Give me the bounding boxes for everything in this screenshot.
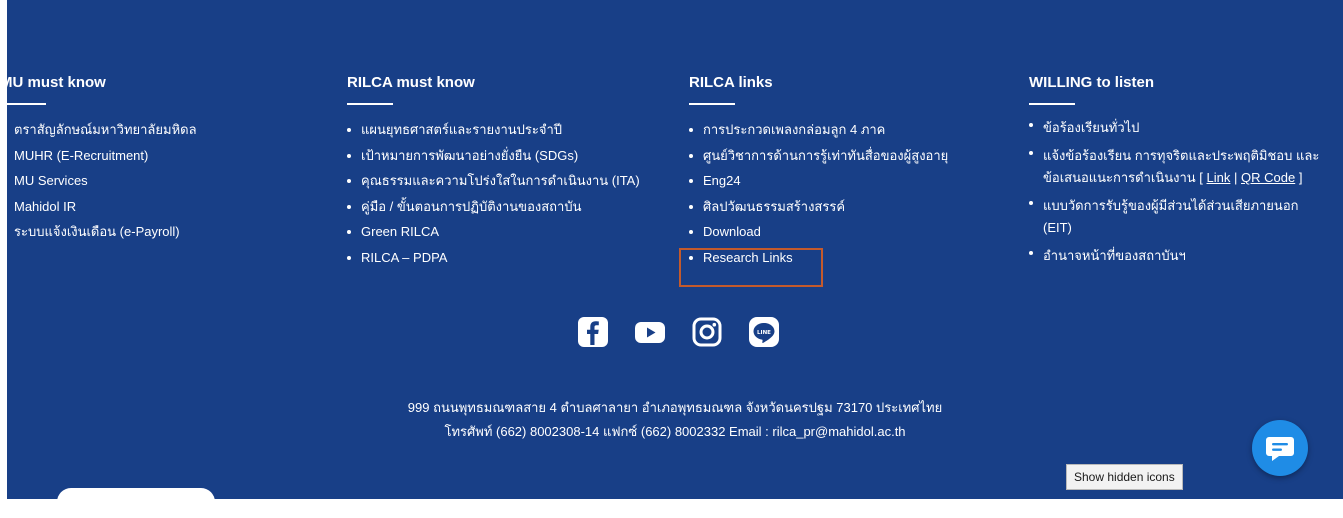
bullet-icon: [689, 204, 693, 209]
footer-link[interactable]: แบบวัดการรับรู้ของผู้มีส่วนได้ส่วนเสียภา…: [1029, 195, 1329, 239]
footer-link[interactable]: คู่มือ / ขั้นตอนการปฏิบัติงานของสถาบัน: [347, 194, 640, 220]
footer-link[interactable]: Mahidol IR: [0, 194, 197, 220]
footer-link[interactable]: Green RILCA: [347, 219, 640, 245]
bullet-icon: [1029, 251, 1033, 255]
show-hidden-icons-tooltip: Show hidden icons: [1066, 464, 1183, 490]
footer-link[interactable]: MUHR (E-Recruitment): [0, 143, 197, 169]
footer-address: 999 ถนนพุทธมณฑลสาย 4 ตำบลศาลายา อำเภอพุท…: [7, 396, 1343, 444]
line-icon[interactable]: LINE: [748, 316, 780, 348]
footer-link[interactable]: ระบบแจ้งเงินเดือน (e-Payroll): [0, 219, 197, 245]
chat-bubble-icon: [1266, 437, 1294, 461]
footer-link[interactable]: ตราสัญลักษณ์มหาวิทยาลัยมหิดล: [0, 117, 197, 143]
footer-link[interactable]: ศูนย์วิชาการด้านการรู้เท่าทันสื่อของผู้ส…: [689, 143, 948, 169]
contact-line: โทรศัพท์ (662) 8002308-14 แฟกซ์ (662) 80…: [444, 424, 906, 439]
column-title: MU must know: [0, 74, 106, 91]
bullet-icon: [689, 230, 693, 234]
bullet-icon: [347, 153, 351, 158]
column-rilca-must-know: RILCA must know แผนยุทธศาสตร์และรายงานปร…: [347, 74, 640, 270]
title-underline: [0, 103, 46, 105]
footer-link[interactable]: Download: [689, 219, 948, 245]
bullet-icon: [689, 128, 693, 132]
footer-link[interactable]: แผนยุทธศาสตร์และรายงานประจำปี: [347, 117, 640, 143]
title-underline: [689, 103, 735, 105]
bullet-icon: [347, 255, 351, 260]
complaint-item: แจ้งข้อร้องเรียน การทุจริตและประพฤติมิชอ…: [1029, 145, 1329, 189]
footer-link[interactable]: เป้าหมายการพัฒนาอย่างยั่งยืน (SDGs): [347, 143, 640, 169]
youtube-icon[interactable]: [634, 316, 666, 348]
column-willing-to-listen: WILLING to listen ข้อร้องเรียนทั่วไป แจ้…: [1029, 74, 1329, 273]
footer-link[interactable]: MU Services: [0, 168, 197, 194]
bullet-icon: [0, 230, 4, 234]
footer-link[interactable]: ข้อร้องเรียนทั่วไป: [1029, 117, 1329, 139]
instagram-icon[interactable]: [691, 316, 723, 348]
complaint-link[interactable]: Link: [1207, 170, 1231, 185]
column-title: RILCA links: [689, 74, 773, 91]
column-title: RILCA must know: [347, 74, 475, 91]
address-line: 999 ถนนพุทธมณฑลสาย 4 ตำบลศาลายา อำเภอพุท…: [407, 400, 943, 415]
social-links: LINE: [577, 316, 780, 348]
bullet-icon: [1029, 123, 1033, 127]
bullet-icon: [0, 153, 4, 158]
footer-link[interactable]: การประกวดเพลงกล่อมลูก 4 ภาค: [689, 117, 948, 143]
title-underline: [1029, 103, 1075, 105]
bullet-icon: [347, 128, 351, 132]
bullet-icon: [1029, 151, 1033, 155]
footer-link[interactable]: RILCA – PDPA: [347, 245, 640, 271]
title-underline: [347, 103, 393, 105]
facebook-icon[interactable]: [577, 316, 609, 348]
site-footer: MU must know ตราสัญลักษณ์มหาวิทยาลัยมหิด…: [0, 0, 1343, 518]
research-links-highlight-box: [679, 248, 823, 287]
svg-text:LINE: LINE: [757, 330, 771, 336]
column-title: WILLING to listen: [1029, 74, 1154, 91]
bullet-icon: [689, 179, 693, 183]
bullet-icon: [347, 230, 351, 234]
bullet-icon: [0, 128, 4, 132]
bullet-icon: [347, 179, 351, 183]
footer-link[interactable]: อำนาจหน้าที่ของสถาบันฯ: [1029, 245, 1329, 267]
bullet-icon: [0, 179, 4, 183]
chat-button[interactable]: [1252, 420, 1308, 476]
bullet-icon: [347, 204, 351, 209]
bullet-icon: [1029, 201, 1033, 205]
footer-link[interactable]: ศิลปวัฒนธรรมสร้างสรรค์: [689, 194, 948, 220]
bullet-icon: [689, 153, 693, 158]
column-mu-must-know: MU must know ตราสัญลักษณ์มหาวิทยาลัยมหิด…: [0, 74, 197, 245]
bullet-icon: [0, 204, 4, 209]
footer-link[interactable]: คุณธรรมและความโปร่งใสในการดำเนินงาน (ITA…: [347, 168, 640, 194]
column-rilca-links: RILCA links การประกวดเพลงกล่อมลูก 4 ภาค …: [689, 74, 948, 270]
complaint-qr-link[interactable]: QR Code: [1241, 170, 1295, 185]
floating-widget-tab[interactable]: [57, 488, 215, 518]
footer-link[interactable]: Eng24: [689, 168, 948, 194]
